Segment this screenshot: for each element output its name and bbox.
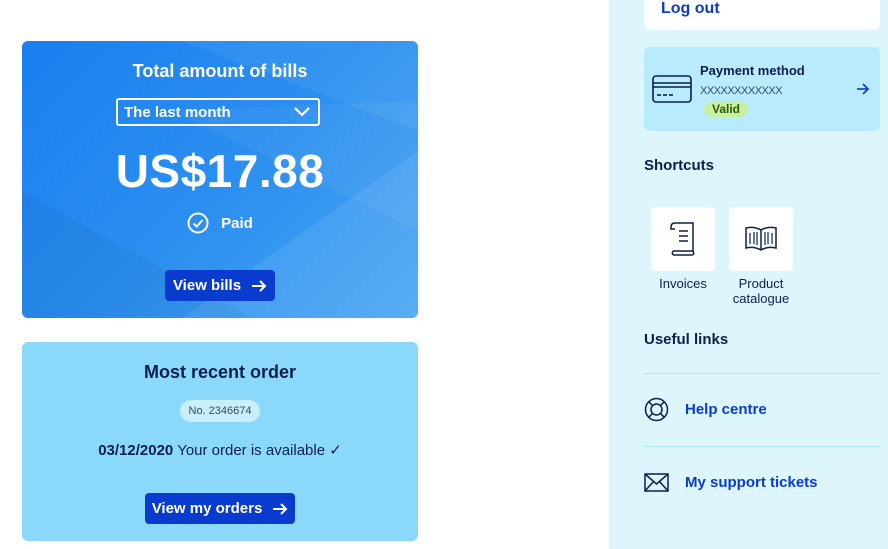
period-select[interactable]: The last month — [116, 98, 320, 126]
order-number-badge: No. 2346674 — [180, 400, 260, 422]
payment-status-label: Paid — [221, 214, 253, 232]
payment-valid-badge: Valid — [704, 102, 749, 117]
useful-links-heading: Useful links — [644, 331, 729, 348]
account-sidebar: Log out Payment method XXXXXXXXXXXX Vali… — [609, 0, 888, 549]
support-tickets-label: My support tickets — [685, 474, 818, 491]
recent-order-title: Most recent order — [143, 362, 297, 382]
bills-title: Total amount of bills — [132, 61, 308, 81]
chevron-down-icon — [294, 107, 310, 117]
help-centre-link[interactable]: Help centre — [644, 397, 767, 422]
support-tickets-link[interactable]: My support tickets — [644, 473, 818, 492]
recent-order-card: Most recent order No. 2346674 03/12/2020… — [22, 342, 418, 541]
logout-link[interactable]: Log out — [661, 0, 720, 18]
shortcut-product-catalogue[interactable] — [729, 207, 793, 271]
bills-summary-card: Total amount of bills The last month US$… — [22, 41, 418, 318]
order-status-text: Your order is available ✓ — [177, 442, 342, 459]
masked-card-number: XXXXXXXXXXXX — [700, 85, 783, 97]
payment-method-card[interactable]: Payment method XXXXXXXXXXXX Valid — [644, 47, 880, 131]
help-centre-label: Help centre — [685, 401, 767, 418]
arrow-right-icon — [273, 502, 288, 515]
divider — [644, 446, 880, 447]
payment-status-row: Paid — [22, 212, 418, 234]
invoice-icon — [670, 222, 695, 256]
arrow-right-icon — [252, 279, 267, 292]
account-menu-box: Log out — [644, 0, 880, 30]
lifebuoy-icon — [644, 397, 669, 422]
arrow-right-icon — [857, 83, 870, 95]
period-select-value: The last month — [124, 103, 231, 121]
view-orders-button[interactable]: View my orders — [145, 493, 295, 524]
divider — [644, 373, 880, 374]
bills-amount: US$17.88 — [115, 145, 325, 197]
payment-method-title: Payment method — [700, 63, 805, 78]
shortcut-product-catalogue-label: Product catalogue — [732, 276, 790, 306]
order-status-line: 03/12/2020 Your order is available ✓ — [22, 441, 418, 459]
shortcuts-heading: Shortcuts — [644, 157, 715, 174]
view-bills-label: View bills — [172, 277, 242, 294]
book-icon — [745, 226, 777, 251]
order-date: 03/12/2020 — [98, 442, 174, 459]
shortcut-invoices[interactable] — [651, 207, 715, 271]
view-orders-label: View my orders — [151, 500, 263, 517]
credit-card-icon — [652, 75, 692, 103]
view-bills-button[interactable]: View bills — [165, 270, 275, 301]
check-circle-icon — [187, 212, 209, 234]
envelope-icon — [644, 473, 669, 492]
shortcut-invoices-label: Invoices — [659, 276, 707, 291]
